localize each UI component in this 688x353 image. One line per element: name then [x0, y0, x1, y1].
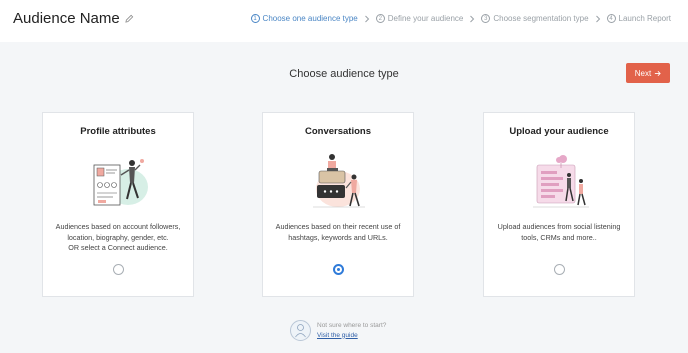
top-header: Audience Name 1 Choose one audience type… — [0, 0, 688, 42]
visit-guide-link[interactable]: Visit the guide — [317, 331, 386, 341]
radio-conversations[interactable] — [333, 264, 344, 275]
guide-avatar-icon — [290, 320, 311, 341]
help-section: Not sure where to start? Visit the guide — [290, 320, 386, 341]
desc-line: location, biography, gender, etc. — [67, 232, 169, 242]
audience-title: Audience Name — [13, 10, 134, 27]
card-title: Conversations — [305, 126, 371, 137]
card-profile-attributes[interactable]: Profile attributes Audiences based on ac… — [42, 112, 194, 297]
desc-line: Audiences based on account followers, — [55, 222, 181, 231]
help-question: Not sure where to start? — [317, 321, 387, 329]
desc-line: Upload audiences from social listening — [497, 222, 621, 231]
desc-line: OR select a Connect audience. — [68, 243, 168, 252]
arrow-right-icon — [655, 70, 661, 76]
step-4[interactable]: 4 Launch Report — [606, 14, 671, 23]
step-3-label: Choose segmentation type — [493, 14, 589, 23]
desc-line: hashtags, keywords and URLs. — [288, 232, 388, 242]
chevron-right-icon — [470, 15, 475, 22]
desc-line: tools, CRMs and more.. — [521, 232, 597, 242]
step-1[interactable]: 1 Choose one audience type — [250, 14, 358, 23]
step-2[interactable]: 2 Define your audience — [375, 14, 464, 23]
step-3[interactable]: 3 Choose segmentation type — [481, 14, 589, 23]
step-1-number: 1 — [250, 14, 260, 23]
step-2-label: Define your audience — [387, 14, 464, 23]
next-button-label: Next — [634, 68, 652, 78]
profile-attributes-illustration — [93, 159, 148, 206]
card-title: Profile attributes — [80, 126, 156, 137]
step-1-label: Choose one audience type — [262, 14, 358, 23]
card-title: Upload your audience — [509, 126, 609, 137]
chevron-right-icon — [364, 15, 369, 22]
wizard-steps: 1 Choose one audience type 2 Define your… — [250, 14, 671, 23]
card-upload-audience[interactable]: Upload your audience Upload audiences fr… — [483, 112, 635, 297]
step-4-number: 4 — [606, 14, 616, 23]
card-description: Audiences based on their recent use of h… — [269, 222, 407, 243]
chevron-right-icon — [595, 15, 600, 22]
radio-profile-attributes[interactable] — [113, 264, 124, 275]
card-conversations[interactable]: Conversations Audiences based on their r… — [262, 112, 414, 297]
step-4-label: Launch Report — [618, 14, 671, 23]
help-text: Not sure where to start? Visit the guide — [317, 321, 386, 341]
card-description: Upload audiences from social listening t… — [490, 222, 628, 243]
person-icon — [295, 324, 306, 338]
upload-audience-illustration — [533, 155, 589, 208]
audience-name-text: Audience Name — [13, 10, 120, 27]
next-button[interactable]: Next — [626, 63, 670, 83]
step-2-number: 2 — [375, 14, 385, 23]
pencil-icon[interactable] — [125, 14, 134, 23]
page-heading: Choose audience type — [289, 68, 399, 80]
step-3-number: 3 — [481, 14, 491, 23]
radio-upload-audience[interactable] — [554, 264, 565, 275]
conversations-illustration — [313, 154, 365, 208]
card-description: Audiences based on account followers, lo… — [49, 222, 187, 254]
desc-line: Audiences based on their recent use of — [275, 222, 401, 231]
